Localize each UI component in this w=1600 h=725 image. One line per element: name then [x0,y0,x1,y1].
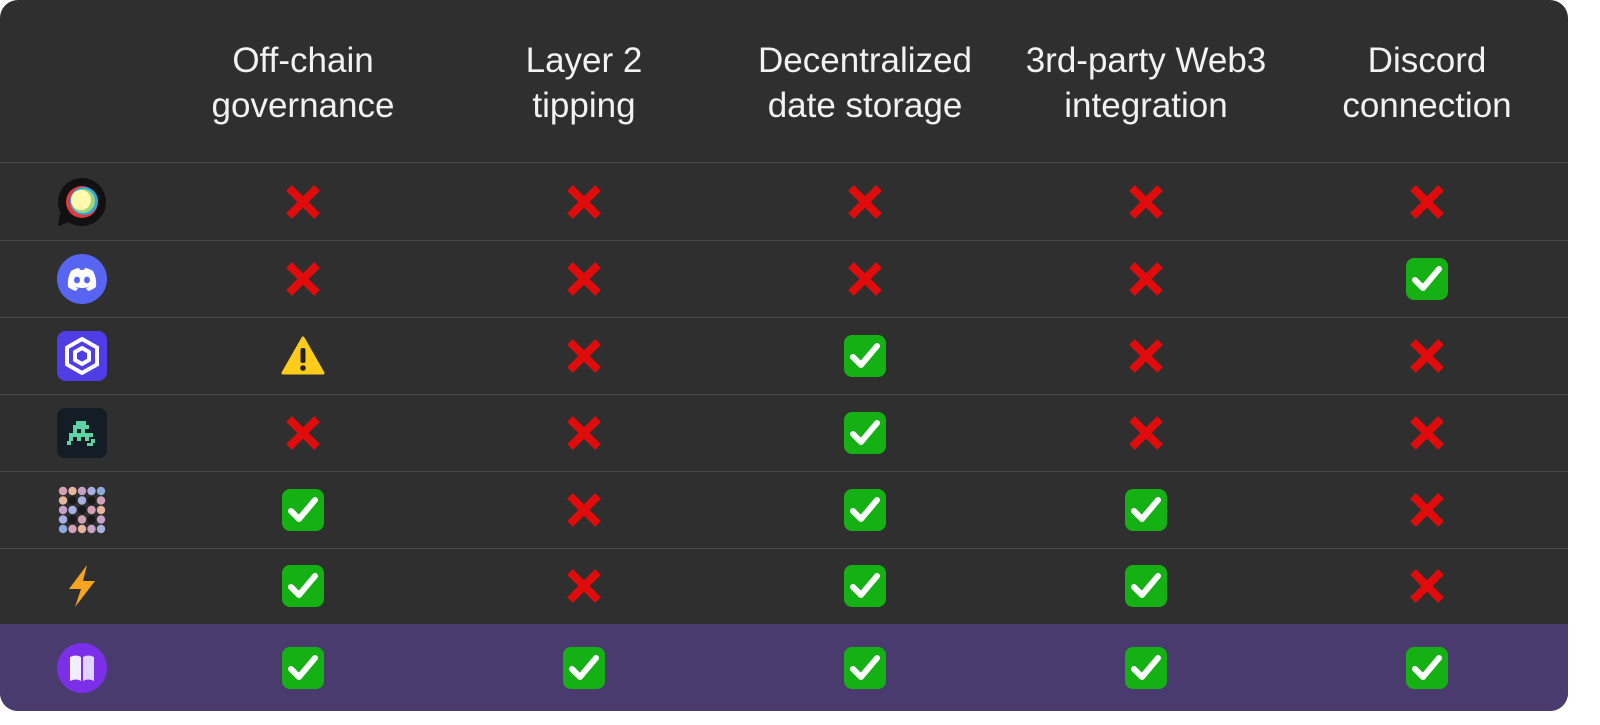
column-header-line: date storage [767,86,963,125]
column-header-line: tipping [532,86,636,125]
check-mark-icon [1404,645,1450,691]
column-header-line: integration [1064,86,1228,125]
check-mark-icon [842,487,888,533]
dot-grid-logo-icon [57,485,107,535]
comparison-table: Off-chain governance Layer 2 tipping Dec… [0,0,1568,711]
cross-mark-icon [1123,410,1169,456]
cross-mark-icon [280,410,326,456]
table-row [0,548,1568,625]
table-header: Off-chain governance Layer 2 tipping Dec… [0,0,1568,163]
cross-mark-icon [1404,410,1450,456]
cross-mark-icon [561,410,607,456]
discourse-logo-icon [57,177,107,227]
check-mark-icon [1123,563,1169,609]
lightning-bolt-icon [57,561,107,611]
cross-mark-icon [1123,256,1169,302]
check-mark-icon [842,563,888,609]
cross-mark-icon [561,179,607,225]
cross-mark-icon [1404,563,1450,609]
table-row [0,394,1568,472]
cross-mark-icon [1404,487,1450,533]
cross-mark-icon [561,256,607,302]
check-mark-icon [842,333,888,379]
column-header-line: governance [211,86,395,125]
column-header-layer2-tipping: Layer 2 tipping [444,38,724,128]
cross-mark-icon [1123,179,1169,225]
column-header-line: connection [1342,86,1512,125]
cross-mark-icon [280,256,326,302]
column-header-line: Layer 2 [525,41,643,80]
column-header-off-chain-governance: Off-chain governance [163,38,443,128]
check-mark-icon [280,487,326,533]
table-row [0,317,1568,395]
discord-logo-icon [57,253,107,304]
table-row [0,163,1568,241]
hexagon-logo-icon [57,330,107,381]
column-header-decentralized-storage: Decentralized date storage [725,38,1005,128]
cross-mark-icon [842,256,888,302]
table-row [0,471,1568,549]
cross-mark-icon [561,333,607,379]
cross-mark-icon [1404,179,1450,225]
check-mark-icon [280,645,326,691]
pixel-creature-logo-icon [57,407,107,458]
cross-mark-icon [561,563,607,609]
check-mark-icon [1404,256,1450,302]
check-mark-icon [1123,645,1169,691]
cross-mark-icon [1404,333,1450,379]
column-header-line: Discord [1367,41,1487,80]
check-mark-icon [1123,487,1169,533]
column-header-discord-connection: Discord connection [1287,38,1567,128]
check-mark-icon [561,645,607,691]
column-header-web3-integration: 3rd-party Web3 integration [1006,38,1286,128]
warning-icon [280,333,326,379]
cross-mark-icon [842,179,888,225]
check-mark-icon [842,410,888,456]
cross-mark-icon [280,179,326,225]
column-header-line: 3rd-party Web3 [1025,41,1267,80]
purple-book-logo-icon [57,642,107,693]
table-row [0,624,1568,711]
cross-mark-icon [1123,333,1169,379]
check-mark-icon [842,645,888,691]
check-mark-icon [280,563,326,609]
column-header-line: Decentralized [758,41,972,80]
column-header-line: Off-chain [232,41,374,80]
table-row [0,240,1568,318]
cross-mark-icon [561,487,607,533]
